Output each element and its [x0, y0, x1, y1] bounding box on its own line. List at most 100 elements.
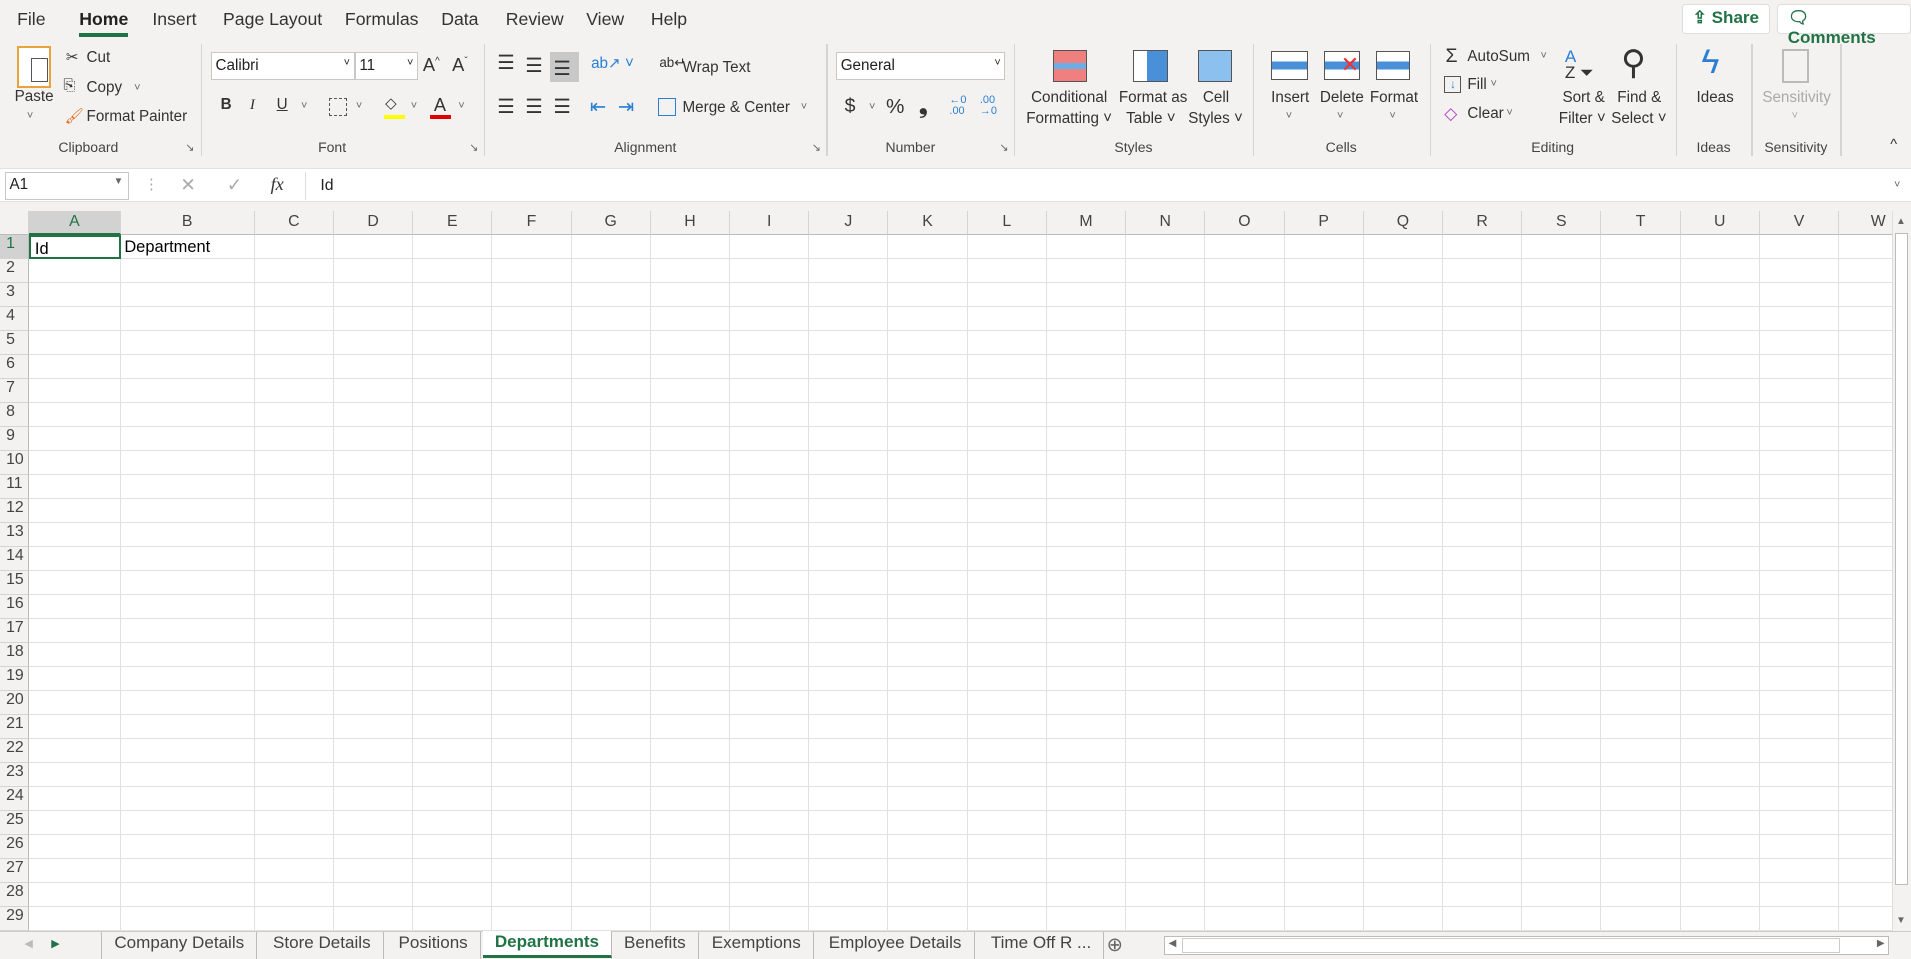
- cell-G15[interactable]: [571, 571, 651, 596]
- cell-N10[interactable]: [1126, 451, 1206, 476]
- cell-E9[interactable]: [413, 427, 493, 452]
- cell-B22[interactable]: [120, 739, 255, 764]
- cell-J5[interactable]: [809, 331, 889, 356]
- clear-dropdown[interactable]: ˅: [1506, 107, 1512, 119]
- cell-F27[interactable]: [492, 859, 572, 884]
- cell-L6[interactable]: [967, 355, 1047, 380]
- cell-K8[interactable]: [888, 403, 968, 428]
- cell-G23[interactable]: [571, 763, 651, 788]
- cell-D21[interactable]: [333, 715, 414, 740]
- cell-F9[interactable]: [492, 427, 572, 452]
- cell-N21[interactable]: [1126, 715, 1206, 740]
- cell-D27[interactable]: [333, 859, 414, 884]
- cell-C16[interactable]: [254, 595, 334, 620]
- cell-G18[interactable]: [571, 643, 651, 668]
- cell-U23[interactable]: [1680, 763, 1760, 788]
- cell-K6[interactable]: [888, 355, 968, 380]
- cell-U28[interactable]: [1680, 883, 1760, 908]
- cell-W11[interactable]: [1839, 475, 1892, 500]
- add-sheet-icon[interactable]: ⊕: [1107, 933, 1123, 957]
- cell-N1[interactable]: [1126, 235, 1206, 260]
- tab-home[interactable]: Home: [79, 9, 129, 38]
- cell-Q22[interactable]: [1363, 739, 1443, 764]
- cell-T22[interactable]: [1601, 739, 1681, 764]
- cell-K21[interactable]: [888, 715, 968, 740]
- increase-decimal-button[interactable]: ←0 .00: [949, 95, 976, 117]
- cell-E21[interactable]: [413, 715, 493, 740]
- cell-N6[interactable]: [1126, 355, 1206, 380]
- cell-M22[interactable]: [1046, 739, 1127, 764]
- column-header-I[interactable]: I: [730, 210, 810, 236]
- cell-styles-line1[interactable]: Cell: [1203, 89, 1229, 106]
- cell-B3[interactable]: [120, 283, 255, 308]
- cell-C17[interactable]: [254, 619, 334, 644]
- cell-N12[interactable]: [1126, 499, 1206, 524]
- cell-H19[interactable]: [650, 667, 731, 692]
- row-header-19[interactable]: 19: [0, 667, 30, 692]
- cell-S12[interactable]: [1522, 499, 1602, 524]
- cell-W17[interactable]: [1839, 619, 1892, 644]
- cell-D29[interactable]: [333, 907, 414, 932]
- row-header-1[interactable]: 1: [0, 235, 30, 260]
- alignment-launcher[interactable]: ↘: [812, 141, 821, 154]
- cell-C24[interactable]: [254, 787, 334, 812]
- cell-V9[interactable]: [1759, 427, 1840, 452]
- cell-B20[interactable]: [120, 691, 255, 716]
- cell-K19[interactable]: [888, 667, 968, 692]
- cell-H20[interactable]: [650, 691, 731, 716]
- cell-N19[interactable]: [1126, 667, 1206, 692]
- number-launcher[interactable]: ↘: [999, 141, 1008, 154]
- cell-P23[interactable]: [1284, 763, 1364, 788]
- cell-B16[interactable]: [120, 595, 255, 620]
- cell-Q13[interactable]: [1363, 523, 1443, 548]
- cell-M13[interactable]: [1046, 523, 1127, 548]
- cell-Q17[interactable]: [1363, 619, 1443, 644]
- cell-E2[interactable]: [413, 259, 493, 284]
- cell-N14[interactable]: [1126, 547, 1206, 572]
- cell-U20[interactable]: [1680, 691, 1760, 716]
- cell-J12[interactable]: [809, 499, 889, 524]
- cell-M28[interactable]: [1046, 883, 1127, 908]
- cell-J6[interactable]: [809, 355, 889, 380]
- cell-Q4[interactable]: [1363, 307, 1443, 332]
- wrap-text-button[interactable]: Wrap Text: [683, 59, 751, 76]
- column-header-B[interactable]: B: [120, 210, 255, 236]
- horizontal-scrollbar[interactable]: ◀ ▶: [1163, 935, 1890, 956]
- cell-D1[interactable]: [333, 235, 414, 260]
- cell-S8[interactable]: [1522, 403, 1602, 428]
- cell-O8[interactable]: [1205, 403, 1285, 428]
- cell-L19[interactable]: [967, 667, 1047, 692]
- format-as-table-line2[interactable]: Table ˅: [1126, 110, 1176, 127]
- cell-H5[interactable]: [650, 331, 731, 356]
- cell-A20[interactable]: [29, 691, 121, 716]
- cell-O9[interactable]: [1205, 427, 1285, 452]
- fill-color-icon[interactable]: ◇: [385, 94, 397, 112]
- cell-E3[interactable]: [413, 283, 493, 308]
- cell-W14[interactable]: [1839, 547, 1892, 572]
- cell-E17[interactable]: [413, 619, 493, 644]
- cell-S17[interactable]: [1522, 619, 1602, 644]
- column-header-U[interactable]: U: [1680, 210, 1760, 236]
- cell-U7[interactable]: [1680, 379, 1760, 404]
- top-align-icon[interactable]: ☰: [497, 51, 514, 75]
- cell-V10[interactable]: [1759, 451, 1840, 476]
- cell-F5[interactable]: [492, 331, 572, 356]
- cell-V3[interactable]: [1759, 283, 1840, 308]
- cell-S7[interactable]: [1522, 379, 1602, 404]
- cell-G20[interactable]: [571, 691, 651, 716]
- cell-W3[interactable]: [1839, 283, 1892, 308]
- cell-O4[interactable]: [1205, 307, 1285, 332]
- cell-F24[interactable]: [492, 787, 572, 812]
- cell-S25[interactable]: [1522, 811, 1602, 836]
- row-header-5[interactable]: 5: [0, 331, 30, 356]
- sheet-tab[interactable]: Company Details: [101, 932, 258, 959]
- cell-R25[interactable]: [1443, 811, 1523, 836]
- row-header-18[interactable]: 18: [0, 643, 30, 668]
- cell-B8[interactable]: [120, 403, 255, 428]
- row-header-15[interactable]: 15: [0, 571, 30, 596]
- align-right-icon[interactable]: ☰: [553, 95, 570, 119]
- fill-dropdown[interactable]: ˅: [1491, 78, 1497, 90]
- cell-F8[interactable]: [492, 403, 572, 428]
- cell-K25[interactable]: [888, 811, 968, 836]
- cell-R19[interactable]: [1443, 667, 1523, 692]
